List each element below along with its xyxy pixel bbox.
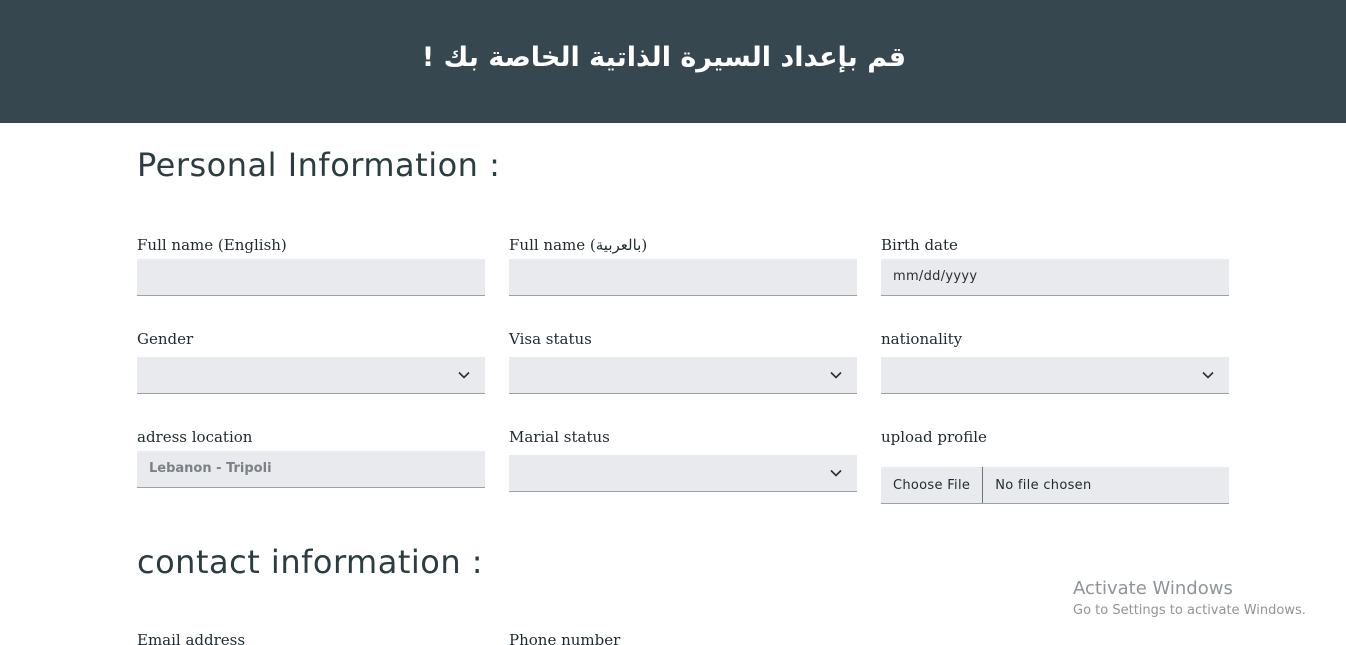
phone-label: Phone number (509, 631, 621, 645)
full-name-ar-label: Full name (بالعربية) (509, 236, 648, 254)
address-label: adress location (137, 428, 253, 446)
visa-status-select[interactable] (509, 357, 857, 394)
address-placeholder: Lebanon - Tripoli (149, 461, 272, 476)
page-title: قم بإعداد السيرة الذاتية الخاصة بك ! (421, 42, 907, 73)
full-name-en-input[interactable] (137, 259, 485, 295)
gender-label: Gender (137, 330, 194, 348)
personal-info-heading: Personal Information : (137, 146, 501, 184)
visa-status-label: Visa status (509, 330, 592, 348)
chevron-down-icon (830, 371, 842, 379)
activate-windows-title: Activate Windows (1073, 578, 1233, 599)
marital-status-label: Marial status (509, 428, 610, 446)
address-field[interactable]: Lebanon - Tripoli (137, 451, 485, 488)
gender-select[interactable] (137, 357, 485, 394)
upload-profile-label: upload profile (881, 428, 987, 446)
chevron-down-icon (1202, 371, 1214, 379)
page-header: قم بإعداد السيرة الذاتية الخاصة بك ! (0, 0, 1346, 123)
marital-status-select[interactable] (509, 455, 857, 492)
contact-info-heading: contact information : (137, 543, 484, 581)
choose-file-button[interactable]: Choose File (881, 467, 984, 503)
nationality-select[interactable] (881, 357, 1229, 394)
birth-date-value: mm/dd/yyyy (893, 269, 978, 284)
birth-date-field[interactable]: mm/dd/yyyy (881, 259, 1229, 296)
activate-windows-subtitle: Go to Settings to activate Windows. (1073, 603, 1306, 618)
full-name-ar-input[interactable] (509, 259, 857, 295)
nationality-label: nationality (881, 330, 963, 348)
chevron-down-icon (458, 371, 470, 379)
file-status-text: No file chosen (995, 477, 1092, 493)
chevron-down-icon (830, 469, 842, 477)
upload-profile-field[interactable]: Choose File No file chosen (881, 467, 1229, 504)
full-name-en-field[interactable] (137, 259, 485, 296)
full-name-en-label: Full name (English) (137, 236, 287, 254)
full-name-ar-field[interactable] (509, 259, 857, 296)
email-label: Email address (137, 631, 246, 645)
birth-date-label: Birth date (881, 236, 958, 254)
